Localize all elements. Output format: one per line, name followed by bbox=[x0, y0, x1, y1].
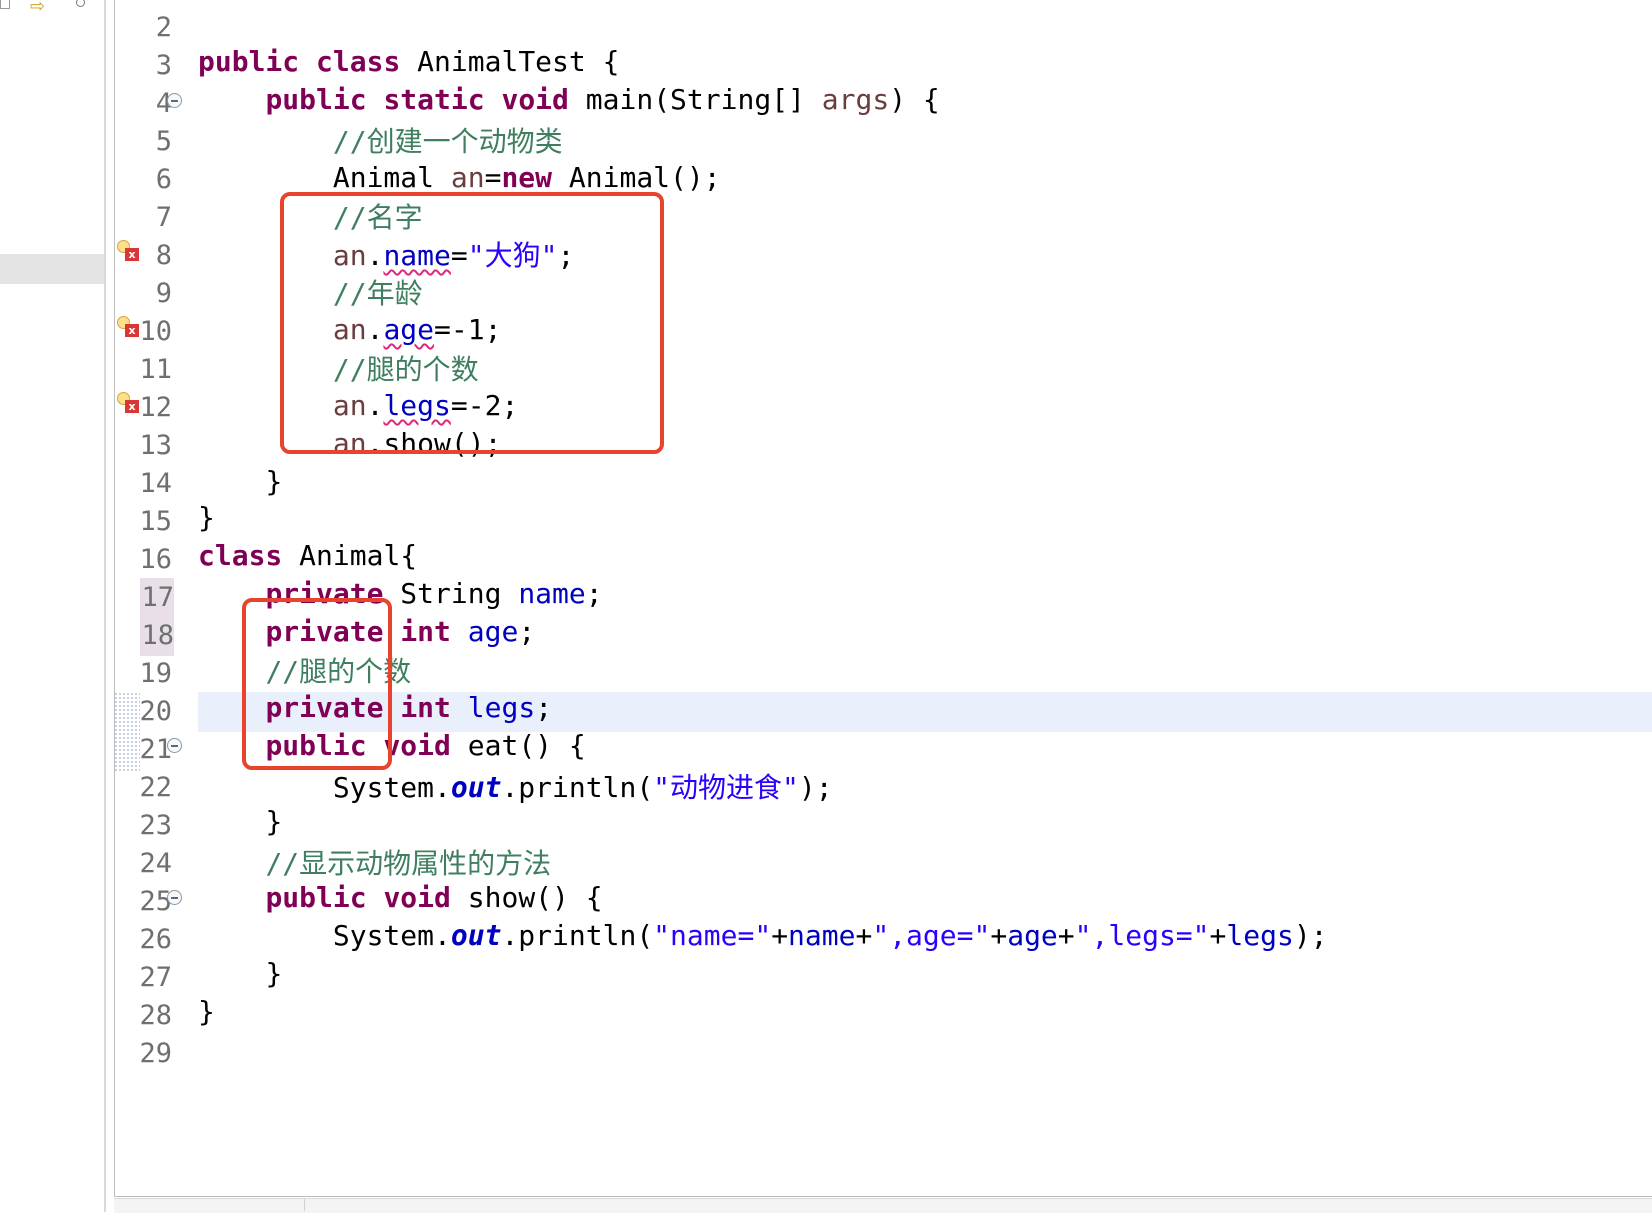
code-line-10[interactable]: an.age=-1; bbox=[198, 310, 502, 350]
line-number[interactable]: 6 bbox=[140, 160, 196, 200]
line-number-label: 7 bbox=[155, 202, 172, 233]
toolbar-icon[interactable] bbox=[0, 0, 10, 9]
line-number[interactable]: 27 bbox=[139, 958, 196, 998]
line-number-label: 16 bbox=[139, 544, 172, 575]
view-menu-icon[interactable] bbox=[76, 0, 85, 7]
line-number[interactable]: 11 bbox=[139, 350, 196, 390]
code-line-15[interactable]: } bbox=[198, 498, 215, 538]
code-line-18[interactable]: private int age; bbox=[198, 612, 535, 652]
code-line-7[interactable]: //名字 bbox=[198, 198, 423, 238]
line-number[interactable]: 3 bbox=[140, 46, 196, 86]
line-number-label: 2 bbox=[155, 12, 172, 43]
line-number-label: 18 bbox=[141, 620, 174, 651]
selected-tree-item[interactable] bbox=[0, 254, 104, 284]
line-number-label: 22 bbox=[139, 772, 172, 803]
horizontal-scrollbar[interactable] bbox=[114, 1198, 1652, 1213]
code-line-11[interactable]: //腿的个数 bbox=[198, 350, 479, 390]
code-line-28[interactable]: } bbox=[198, 992, 215, 1032]
code-line-27[interactable]: } bbox=[198, 954, 282, 994]
line-number-label: 15 bbox=[139, 506, 172, 537]
line-number[interactable]: 23 bbox=[139, 806, 196, 846]
line-number[interactable]: 22 bbox=[139, 768, 196, 808]
line-number-label: 14 bbox=[139, 468, 172, 499]
package-explorer-strip: ⇨ bbox=[0, 0, 106, 1212]
line-number-label: 23 bbox=[139, 810, 172, 841]
line-number-label: 11 bbox=[139, 354, 172, 385]
line-number[interactable]: 9 bbox=[140, 274, 196, 314]
code-line-23[interactable]: } bbox=[198, 802, 282, 842]
line-number-label: 9 bbox=[155, 278, 172, 309]
code-line-5[interactable]: //创建一个动物类 bbox=[198, 122, 563, 162]
line-number[interactable]: 29 bbox=[139, 1034, 196, 1074]
code-line-12[interactable]: an.legs=-2; bbox=[198, 386, 518, 426]
line-number-label: 29 bbox=[139, 1038, 172, 1069]
code-line-22[interactable]: System.out.println("动物进食"); bbox=[198, 768, 833, 808]
line-number-label: 27 bbox=[139, 962, 172, 993]
quick-diff-marker bbox=[114, 692, 140, 772]
code-line-16[interactable]: class Animal{ bbox=[198, 536, 417, 576]
line-number[interactable]: 13 bbox=[139, 426, 196, 466]
line-number-label: 3 bbox=[155, 50, 172, 81]
code-line-20[interactable]: private int legs; bbox=[198, 688, 552, 728]
line-number-label: 28 bbox=[139, 1000, 172, 1031]
line-number[interactable]: 7 bbox=[140, 198, 196, 238]
line-number[interactable]: 18 bbox=[140, 616, 174, 656]
fold-collapse-icon[interactable] bbox=[167, 738, 182, 753]
line-number-label: 26 bbox=[139, 924, 172, 955]
line-number[interactable]: 24 bbox=[139, 844, 196, 884]
line-number-label: 25 bbox=[139, 886, 172, 917]
line-number-label: 13 bbox=[139, 430, 172, 461]
error-bulb-icon[interactable]: x bbox=[117, 316, 141, 340]
code-line-25[interactable]: public void show() { bbox=[198, 878, 602, 918]
line-number[interactable]: 17 bbox=[140, 578, 174, 618]
code-line-19[interactable]: //腿的个数 bbox=[198, 652, 411, 692]
code-line-14[interactable]: } bbox=[198, 462, 282, 502]
sash-divider[interactable] bbox=[104, 0, 106, 1212]
line-number[interactable]: 28 bbox=[139, 996, 196, 1036]
link-editor-icon[interactable]: ⇨ bbox=[30, 0, 45, 17]
line-number-label: 24 bbox=[139, 848, 172, 879]
line-number[interactable]: 5 bbox=[140, 122, 196, 162]
line-number[interactable]: 12 bbox=[139, 388, 196, 428]
code-line-3[interactable]: public class AnimalTest { bbox=[198, 42, 619, 82]
line-number[interactable]: 14 bbox=[139, 464, 196, 504]
line-number[interactable]: 26 bbox=[139, 920, 196, 960]
line-number[interactable]: 10 bbox=[139, 312, 196, 352]
error-bulb-icon[interactable]: x bbox=[117, 240, 141, 264]
code-line-4[interactable]: public static void main(String[] args) { bbox=[198, 80, 939, 120]
line-number[interactable]: 15 bbox=[139, 502, 196, 542]
line-number[interactable]: 2 bbox=[140, 8, 196, 48]
line-number[interactable]: 20 bbox=[139, 692, 196, 732]
code-line-21[interactable]: public void eat() { bbox=[198, 726, 585, 766]
code-line-17[interactable]: private String name; bbox=[198, 574, 602, 614]
line-number-label: 19 bbox=[139, 658, 172, 689]
line-number[interactable]: 16 bbox=[139, 540, 196, 580]
line-number-label: 12 bbox=[139, 392, 172, 423]
line-number-label: 8 bbox=[155, 240, 172, 271]
fold-collapse-icon[interactable] bbox=[167, 93, 182, 108]
line-number-label: 10 bbox=[139, 316, 172, 347]
line-number-label: 6 bbox=[155, 164, 172, 195]
error-bulb-icon[interactable]: x bbox=[117, 392, 141, 416]
line-number[interactable]: 8 bbox=[140, 236, 196, 276]
line-number-label: 20 bbox=[139, 696, 172, 727]
fold-collapse-icon[interactable] bbox=[167, 890, 182, 905]
line-number-label: 5 bbox=[155, 126, 172, 157]
code-line-26[interactable]: System.out.println("name="+name+",age="+… bbox=[198, 916, 1328, 956]
line-number-label: 17 bbox=[141, 582, 174, 613]
scrollbar-thumb[interactable] bbox=[114, 1199, 305, 1211]
code-line-6[interactable]: Animal an=new Animal(); bbox=[198, 158, 721, 198]
code-line-13[interactable]: an.show(); bbox=[198, 424, 502, 464]
line-number-label: 21 bbox=[139, 734, 172, 765]
line-number[interactable]: 19 bbox=[139, 654, 196, 694]
code-line-8[interactable]: an.name="大狗"; bbox=[198, 236, 574, 276]
code-line-9[interactable]: //年龄 bbox=[198, 274, 423, 314]
